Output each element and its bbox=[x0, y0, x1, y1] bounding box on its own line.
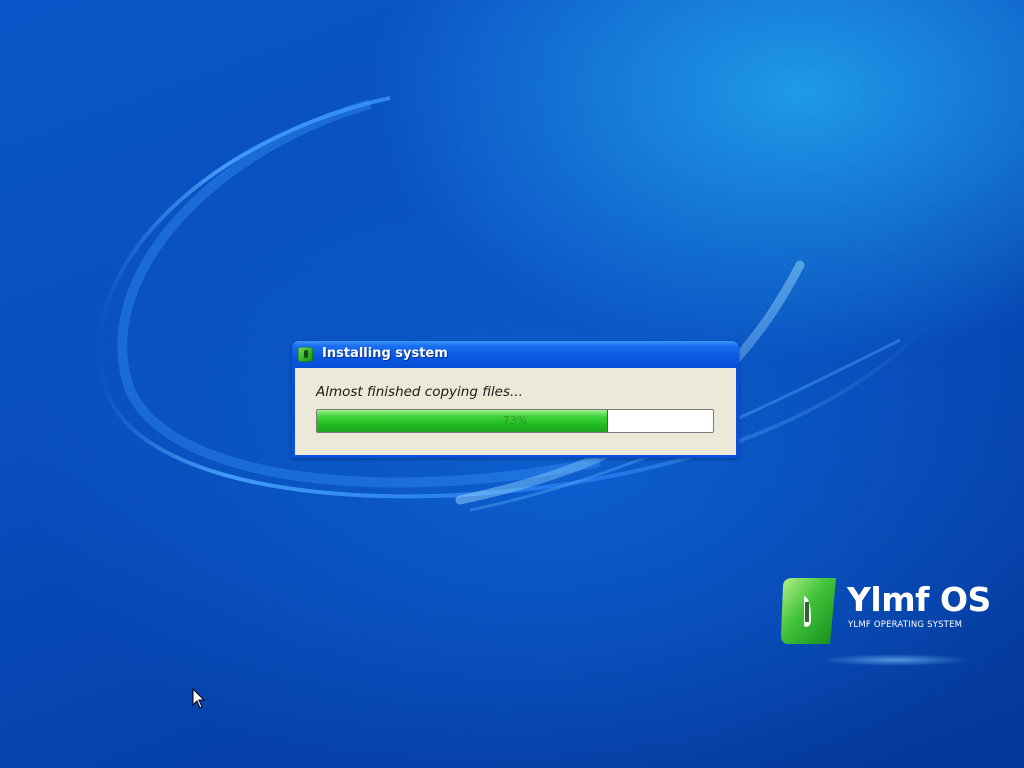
status-message: Almost finished copying files... bbox=[316, 384, 523, 400]
install-dialog: Installing system Almost finished copyin… bbox=[292, 341, 739, 458]
progress-percent-label: 73% bbox=[502, 414, 528, 427]
dialog-titlebar[interactable]: Installing system bbox=[292, 341, 739, 368]
logo-glow bbox=[820, 654, 970, 666]
ylmf-leaf-logo-icon bbox=[781, 578, 836, 644]
ylmf-app-icon bbox=[298, 347, 313, 362]
desktop: Installing system Almost finished copyin… bbox=[0, 0, 1024, 768]
dialog-body: Almost finished copying files... 73% bbox=[295, 368, 736, 455]
dialog-title: Installing system bbox=[322, 346, 448, 361]
mouse-pointer-icon bbox=[192, 688, 205, 709]
progress-bar: 73% bbox=[316, 409, 714, 433]
logo-subtitle: YLMF OPERATING SYSTEM bbox=[848, 620, 963, 630]
logo-name: Ylmf OS bbox=[847, 580, 991, 619]
ylmf-os-logo: Ylmf OS YLMF OPERATING SYSTEM bbox=[780, 576, 991, 666]
